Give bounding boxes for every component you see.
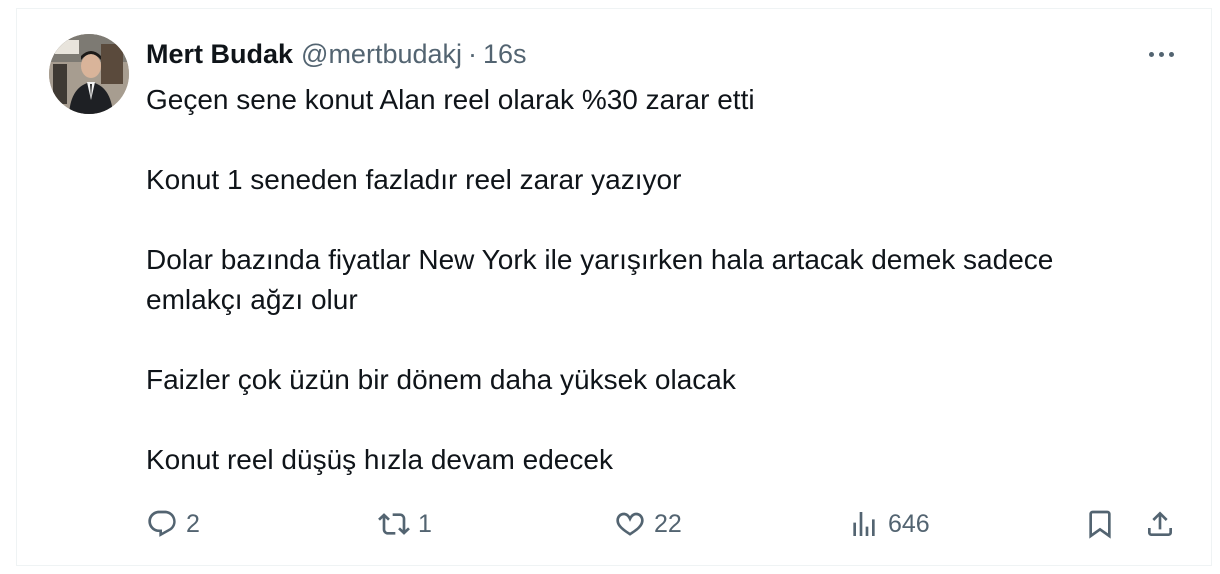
tweet-actions-bar: 2 1 22 646 xyxy=(146,502,1186,546)
views-button[interactable]: 646 xyxy=(848,502,930,546)
tweet-text: Geçen sene konut Alan reel olarak %30 za… xyxy=(146,80,1156,480)
share-button[interactable] xyxy=(1144,502,1176,546)
bookmark-icon xyxy=(1089,510,1111,539)
like-button[interactable]: 22 xyxy=(614,502,682,546)
tweet-paragraph: Geçen sene konut Alan reel olarak %30 za… xyxy=(146,84,755,115)
like-count: 22 xyxy=(654,509,682,538)
repost-arrows-icon xyxy=(378,513,410,535)
tweet-paragraph: Konut reel düşüş hızla devam edecek xyxy=(146,444,613,475)
repost-button[interactable]: 1 xyxy=(378,502,432,546)
separator-dot: · xyxy=(468,38,478,69)
tweet-header: Mert Budak @mertbudakj · 16s xyxy=(146,36,527,72)
reply-bubble-icon xyxy=(148,510,176,537)
tweet-paragraph: Faizler çok üzün bir dönem daha yüksek o… xyxy=(146,364,736,395)
more-options-button[interactable] xyxy=(1140,40,1182,68)
tweet-timestamp[interactable]: 16s xyxy=(483,39,527,70)
bookmark-button[interactable] xyxy=(1084,502,1116,546)
author-handle[interactable]: @mertbudakj xyxy=(301,39,462,70)
repost-count: 1 xyxy=(418,509,432,538)
avatar[interactable] xyxy=(49,34,129,114)
heart-icon xyxy=(616,512,644,536)
more-horizontal-icon xyxy=(1148,51,1154,57)
share-upload-icon xyxy=(1148,511,1172,536)
tweet-paragraph: Konut 1 seneden fazladır reel zarar yazı… xyxy=(146,164,682,195)
reply-count: 2 xyxy=(186,509,200,538)
tweet-paragraph: Dolar bazında fiyatlar New York ile yarı… xyxy=(146,244,1054,315)
reply-button[interactable]: 2 xyxy=(146,502,200,546)
bar-chart-icon xyxy=(853,512,875,536)
views-count: 646 xyxy=(888,509,930,538)
author-name[interactable]: Mert Budak xyxy=(146,39,293,70)
